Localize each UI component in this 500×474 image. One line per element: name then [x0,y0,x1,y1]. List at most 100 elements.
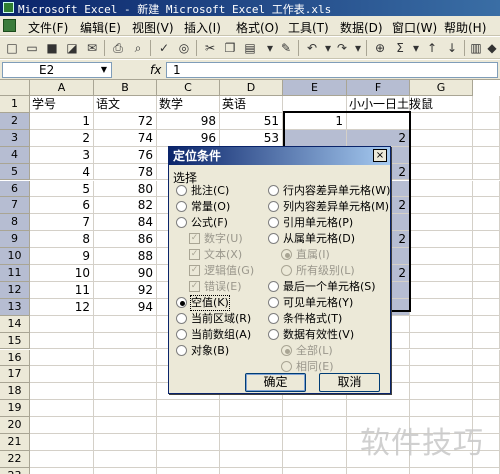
cell-a18[interactable] [30,383,94,401]
cell-h2[interactable] [473,112,500,130]
cell-b8[interactable]: 84 [94,214,157,232]
cell-a22[interactable] [30,450,94,468]
cell-g19[interactable] [410,400,473,418]
cell-h3[interactable] [473,129,500,147]
cell-h16[interactable] [473,349,500,367]
cell-b13[interactable]: 94 [94,298,157,316]
cell-a15[interactable] [30,332,94,350]
cell-a21[interactable] [30,434,94,451]
redo-icon[interactable]: ↷ [334,40,350,56]
cell-f2[interactable] [347,112,410,130]
undo-icon[interactable]: ↶ [304,40,320,56]
menu-view[interactable]: 视图(V) [132,19,174,36]
cell-a3[interactable]: 2 [30,129,94,147]
cell-b21[interactable] [94,434,157,451]
cell-b16[interactable] [94,349,157,367]
cell-e1[interactable] [283,96,347,113]
cell-b7[interactable]: 82 [94,197,157,215]
cell-g13[interactable] [410,298,473,316]
row-header-22[interactable]: 22 [0,450,30,468]
cell-a17[interactable] [30,366,94,384]
row-header-21[interactable]: 21 [0,434,30,451]
cell-a14[interactable] [30,315,94,333]
save-icon[interactable]: ■ [44,40,60,56]
cell-a7[interactable]: 6 [30,197,94,215]
cell-a16[interactable] [30,349,94,367]
cell-a11[interactable]: 10 [30,265,94,282]
sort-ascending-icon[interactable]: ↑ [424,40,440,56]
spelling-icon[interactable]: ✓ [156,40,172,56]
cell-e23[interactable] [283,467,347,474]
cell-b20[interactable] [94,417,157,434]
cell-a8[interactable]: 7 [30,214,94,232]
menu-file[interactable]: 文件(F) [28,19,68,36]
cell-d20[interactable] [220,417,283,434]
row-header-13[interactable]: 13 [0,298,30,316]
cell-d1[interactable]: 英语 [220,96,283,113]
close-icon[interactable]: × [373,149,387,162]
autosum-dropdown-icon[interactable]: ▾ [408,40,424,56]
row-header-4[interactable]: 4 [0,146,30,164]
copy-icon[interactable]: ❐ [222,40,238,56]
menu-help[interactable]: 帮助(H) [444,19,486,36]
menu-data[interactable]: 数据(D) [340,19,383,36]
cell-a13[interactable]: 12 [30,298,94,316]
cell-c20[interactable] [157,417,220,434]
cell-g16[interactable] [410,349,473,367]
cell-h1[interactable] [473,96,500,113]
cell-f19[interactable] [347,400,410,418]
cancel-button[interactable]: 取消 [319,373,380,392]
cell-b22[interactable] [94,450,157,468]
format-painter-icon[interactable]: ✎ [278,40,294,56]
permission-icon[interactable]: ◪ [64,40,80,56]
cell-g17[interactable] [410,366,473,384]
cell-g5[interactable] [410,163,473,181]
cell-b19[interactable] [94,400,157,418]
cell-b10[interactable]: 88 [94,248,157,265]
cell-b1[interactable]: 语文 [94,96,157,113]
cell-g2[interactable] [410,112,473,130]
cell-d3[interactable]: 53 [220,129,283,147]
cell-c19[interactable] [157,400,220,418]
cell-h9[interactable] [473,231,500,249]
cell-h15[interactable] [473,332,500,350]
cell-h23[interactable] [473,467,500,474]
cell-e20[interactable] [283,417,347,434]
cell-h11[interactable] [473,265,500,282]
menu-edit[interactable]: 编辑(E) [80,19,121,36]
column-header-f[interactable]: F [347,80,410,96]
cell-g15[interactable] [410,332,473,350]
cell-g6[interactable] [410,180,473,198]
cell-g18[interactable] [410,383,473,401]
cell-b14[interactable] [94,315,157,333]
cell-g7[interactable] [410,197,473,215]
formula-input[interactable]: 1 [166,62,498,78]
cell-f1[interactable]: 小小一日土拨鼠 [347,96,433,113]
cell-b3[interactable]: 74 [94,129,157,147]
row-header-3[interactable]: 3 [0,129,30,147]
redo-dropdown-icon[interactable]: ▾ [350,40,366,56]
cell-d19[interactable] [220,400,283,418]
column-header-c[interactable]: C [157,80,220,96]
cell-f23[interactable] [347,467,410,474]
menu-window[interactable]: 窗口(W) [392,19,437,36]
row-header-18[interactable]: 18 [0,383,30,401]
select-all-corner[interactable] [0,80,30,96]
paste-icon[interactable]: ▤ [242,40,258,56]
row-header-6[interactable]: 6 [0,180,30,198]
insert-function-icon[interactable]: fx [150,63,161,77]
cell-e22[interactable] [283,450,347,468]
cell-a20[interactable] [30,417,94,434]
column-header-d[interactable]: D [220,80,283,96]
row-header-19[interactable]: 19 [0,400,30,418]
cut-icon[interactable]: ✂ [202,40,218,56]
name-box[interactable]: E2 ▼ [2,62,112,78]
cell-b23[interactable] [94,467,157,474]
menu-insert[interactable]: 插入(I) [184,19,221,36]
cell-h6[interactable] [473,180,500,198]
cell-b9[interactable]: 86 [94,231,157,249]
autosum-icon[interactable]: Σ [392,40,408,56]
row-header-17[interactable]: 17 [0,366,30,384]
cell-a10[interactable]: 9 [30,248,94,265]
cell-d23[interactable] [220,467,283,474]
